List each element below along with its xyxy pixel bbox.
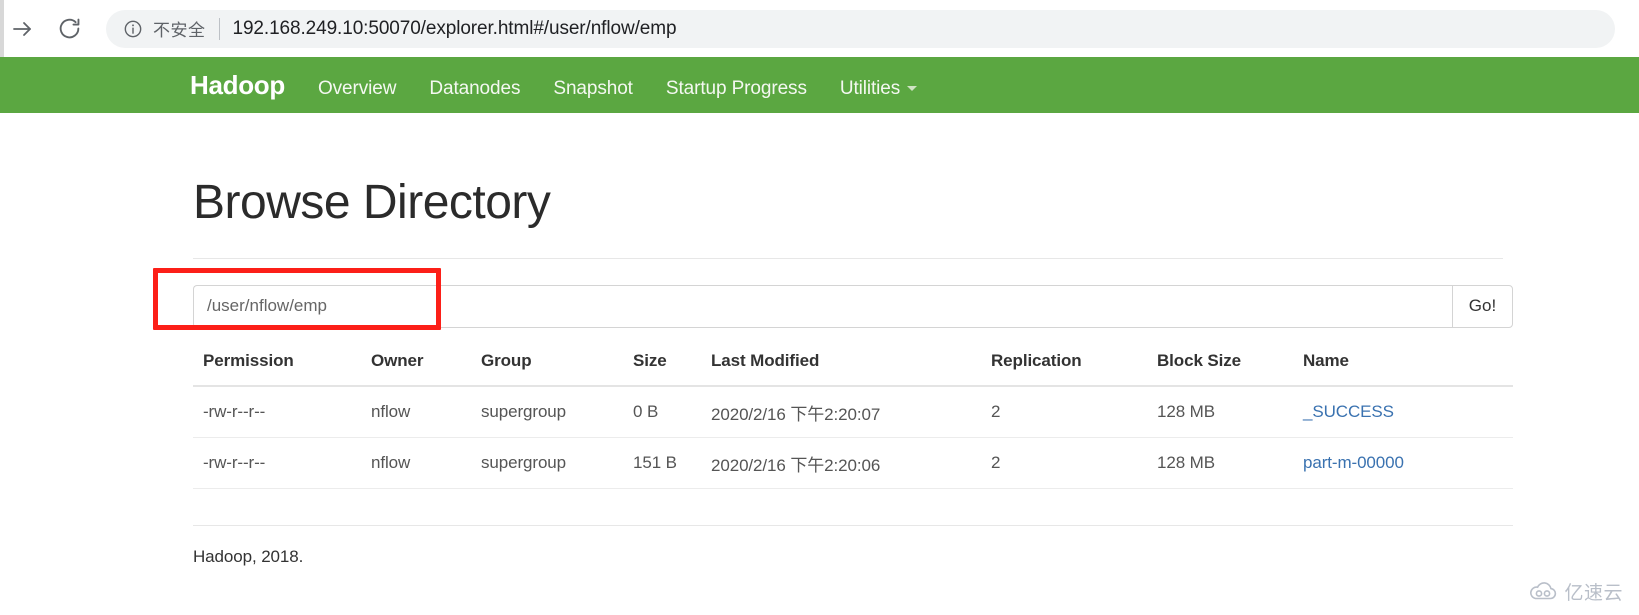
- info-circle-icon[interactable]: [122, 18, 144, 40]
- content-container: Browse Directory Go! Permission Owner Gr…: [193, 113, 1503, 567]
- reload-icon[interactable]: [46, 6, 92, 52]
- omnibox-divider: [219, 18, 220, 40]
- url-text[interactable]: 192.168.249.10:50070/explorer.html#/user…: [233, 18, 677, 40]
- cell-block-size: 128 MB: [1157, 386, 1303, 438]
- title-divider: [193, 258, 1503, 259]
- cloud-icon: [1528, 582, 1564, 601]
- path-input[interactable]: [193, 285, 1452, 328]
- cell-name: _SUCCESS: [1303, 386, 1513, 438]
- cell-block-size: 128 MB: [1157, 437, 1303, 488]
- cell-name: part-m-00000: [1303, 437, 1513, 488]
- column-header-block-size: Block Size: [1157, 351, 1303, 386]
- footer-divider: [193, 525, 1513, 526]
- chrome-left-edge: [0, 0, 4, 57]
- nav-link-snapshot[interactable]: Snapshot: [553, 78, 633, 100]
- nav-link-datanodes[interactable]: Datanodes: [429, 78, 520, 100]
- cell-permission: -rw-r--r--: [193, 437, 371, 488]
- cell-size: 151 B: [633, 437, 711, 488]
- cell-last-modified: 2020/2/16 下午2:20:07: [711, 386, 991, 438]
- nav-link-startup-progress[interactable]: Startup Progress: [666, 78, 807, 100]
- column-header-permission: Permission: [193, 351, 371, 386]
- cell-owner: nflow: [371, 386, 481, 438]
- file-link[interactable]: _SUCCESS: [1303, 402, 1394, 421]
- nav-link-utilities-label: Utilities: [840, 78, 900, 99]
- column-header-last-modified: Last Modified: [711, 351, 991, 386]
- cell-replication: 2: [991, 437, 1157, 488]
- cell-group: supergroup: [481, 386, 633, 438]
- path-search-row: Go!: [193, 285, 1513, 328]
- main-navbar: Hadoop Overview Datanodes Snapshot Start…: [0, 57, 1639, 113]
- column-header-replication: Replication: [991, 351, 1157, 386]
- address-bar[interactable]: 不安全 192.168.249.10:50070/explorer.html#/…: [106, 10, 1615, 48]
- column-header-group: Group: [481, 351, 633, 386]
- cell-replication: 2: [991, 386, 1157, 438]
- nav-link-overview[interactable]: Overview: [318, 78, 396, 100]
- chevron-down-icon: [907, 86, 917, 91]
- security-status-label: 不安全: [153, 16, 206, 41]
- table-row: -rw-r--r-- nflow supergroup 151 B 2020/2…: [193, 437, 1513, 488]
- page-content: Browse Directory Go! Permission Owner Gr…: [0, 113, 1639, 567]
- footer-text: Hadoop, 2018.: [193, 547, 1503, 567]
- cell-permission: -rw-r--r--: [193, 386, 371, 438]
- browser-chrome: 不安全 192.168.249.10:50070/explorer.html#/…: [0, 0, 1639, 57]
- cell-size: 0 B: [633, 386, 711, 438]
- table-head: Permission Owner Group Size Last Modifie…: [193, 351, 1513, 386]
- column-header-owner: Owner: [371, 351, 481, 386]
- brand-hadoop[interactable]: Hadoop: [190, 70, 285, 101]
- column-header-size: Size: [633, 351, 711, 386]
- table-row: -rw-r--r-- nflow supergroup 0 B 2020/2/1…: [193, 386, 1513, 438]
- go-button[interactable]: Go!: [1452, 285, 1513, 328]
- table-header-row: Permission Owner Group Size Last Modifie…: [193, 351, 1513, 386]
- watermark-text: 亿速云: [1564, 578, 1623, 605]
- page-title: Browse Directory: [193, 113, 1503, 230]
- watermark: 亿速云: [1528, 578, 1623, 605]
- table-body: -rw-r--r-- nflow supergroup 0 B 2020/2/1…: [193, 386, 1513, 489]
- file-link[interactable]: part-m-00000: [1303, 453, 1404, 472]
- navbar-inner: Hadoop Overview Datanodes Snapshot Start…: [0, 70, 917, 101]
- column-header-name: Name: [1303, 351, 1513, 386]
- directory-listing-table: Permission Owner Group Size Last Modifie…: [193, 351, 1513, 489]
- forward-arrow-icon[interactable]: [0, 6, 46, 52]
- cell-owner: nflow: [371, 437, 481, 488]
- cell-group: supergroup: [481, 437, 633, 488]
- cell-last-modified: 2020/2/16 下午2:20:06: [711, 437, 991, 488]
- nav-link-utilities[interactable]: Utilities: [840, 78, 917, 100]
